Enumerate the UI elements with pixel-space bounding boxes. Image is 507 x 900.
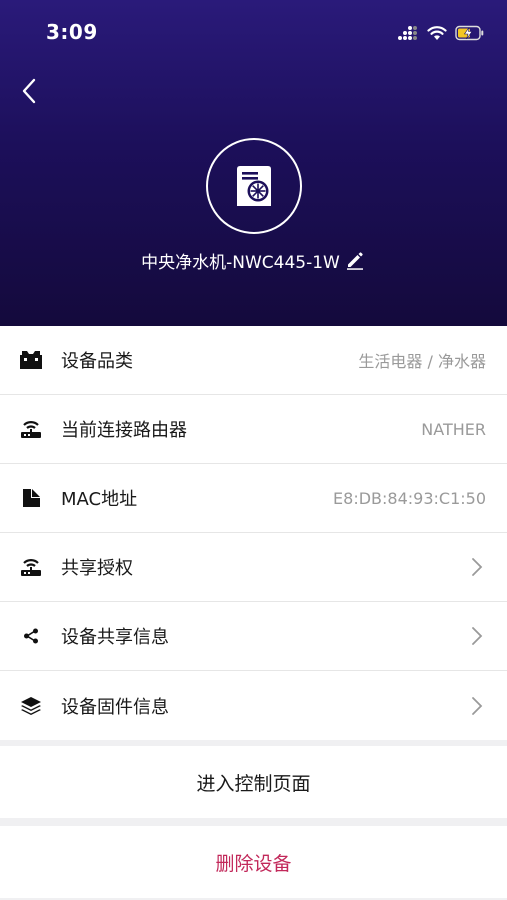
row-label: 当前连接路由器 [61, 420, 187, 441]
battery-charging-icon [455, 25, 484, 41]
chevron-right-icon [470, 557, 484, 577]
cellular-signal-icon [398, 26, 417, 40]
enter-control-page-button[interactable]: 进入控制页面 [0, 746, 507, 818]
sd-card-icon [19, 486, 43, 510]
wifi-icon [427, 26, 447, 40]
row-mac-address: MAC地址 E8:DB:84:93:C1:50 [0, 464, 507, 533]
router-icon [19, 555, 43, 579]
device-avatar [206, 138, 302, 234]
pencil-icon [346, 252, 363, 270]
row-label: 设备固件信息 [61, 696, 169, 718]
status-time: 3:09 [46, 20, 98, 44]
status-icons [397, 22, 485, 44]
category-icon [19, 348, 43, 372]
water-purifier-icon [237, 166, 271, 206]
chevron-right-icon [470, 696, 484, 716]
row-value: E8:DB:84:93:C1:50 [333, 488, 486, 508]
back-button[interactable] [14, 76, 44, 106]
row-value: 生活电器 / 净水器 [358, 352, 486, 371]
device-header: 3:09 中央净水机-NWC445-1W [0, 0, 507, 326]
layers-icon [19, 694, 43, 718]
status-bar: 3:09 [0, 0, 507, 66]
row-router: 当前连接路由器 NATHER [0, 395, 507, 464]
row-label: MAC地址 [61, 489, 138, 510]
share-icon [19, 624, 43, 648]
row-label: 设备品类 [61, 351, 133, 372]
delete-device-button[interactable]: 删除设备 [0, 826, 507, 898]
row-label: 设备共享信息 [61, 627, 169, 648]
device-name: 中央净水机-NWC445-1W [141, 252, 340, 273]
device-name-row: 中央净水机-NWC445-1W [0, 247, 507, 273]
chevron-right-icon [470, 626, 484, 646]
row-firmware-info[interactable]: 设备固件信息 [0, 671, 507, 740]
edit-name-button[interactable] [344, 249, 366, 271]
row-label: 共享授权 [61, 558, 133, 579]
row-share-info[interactable]: 设备共享信息 [0, 602, 507, 671]
back-arrow-icon [22, 78, 36, 104]
device-info-list: 设备品类 生活电器 / 净水器 当前连接路由器 NATHER MAC地址 E8:… [0, 326, 507, 740]
row-share-authorization[interactable]: 共享授权 [0, 533, 507, 602]
row-value: NATHER [421, 419, 486, 439]
router-icon [19, 417, 43, 441]
row-device-category: 设备品类 生活电器 / 净水器 [0, 326, 507, 395]
